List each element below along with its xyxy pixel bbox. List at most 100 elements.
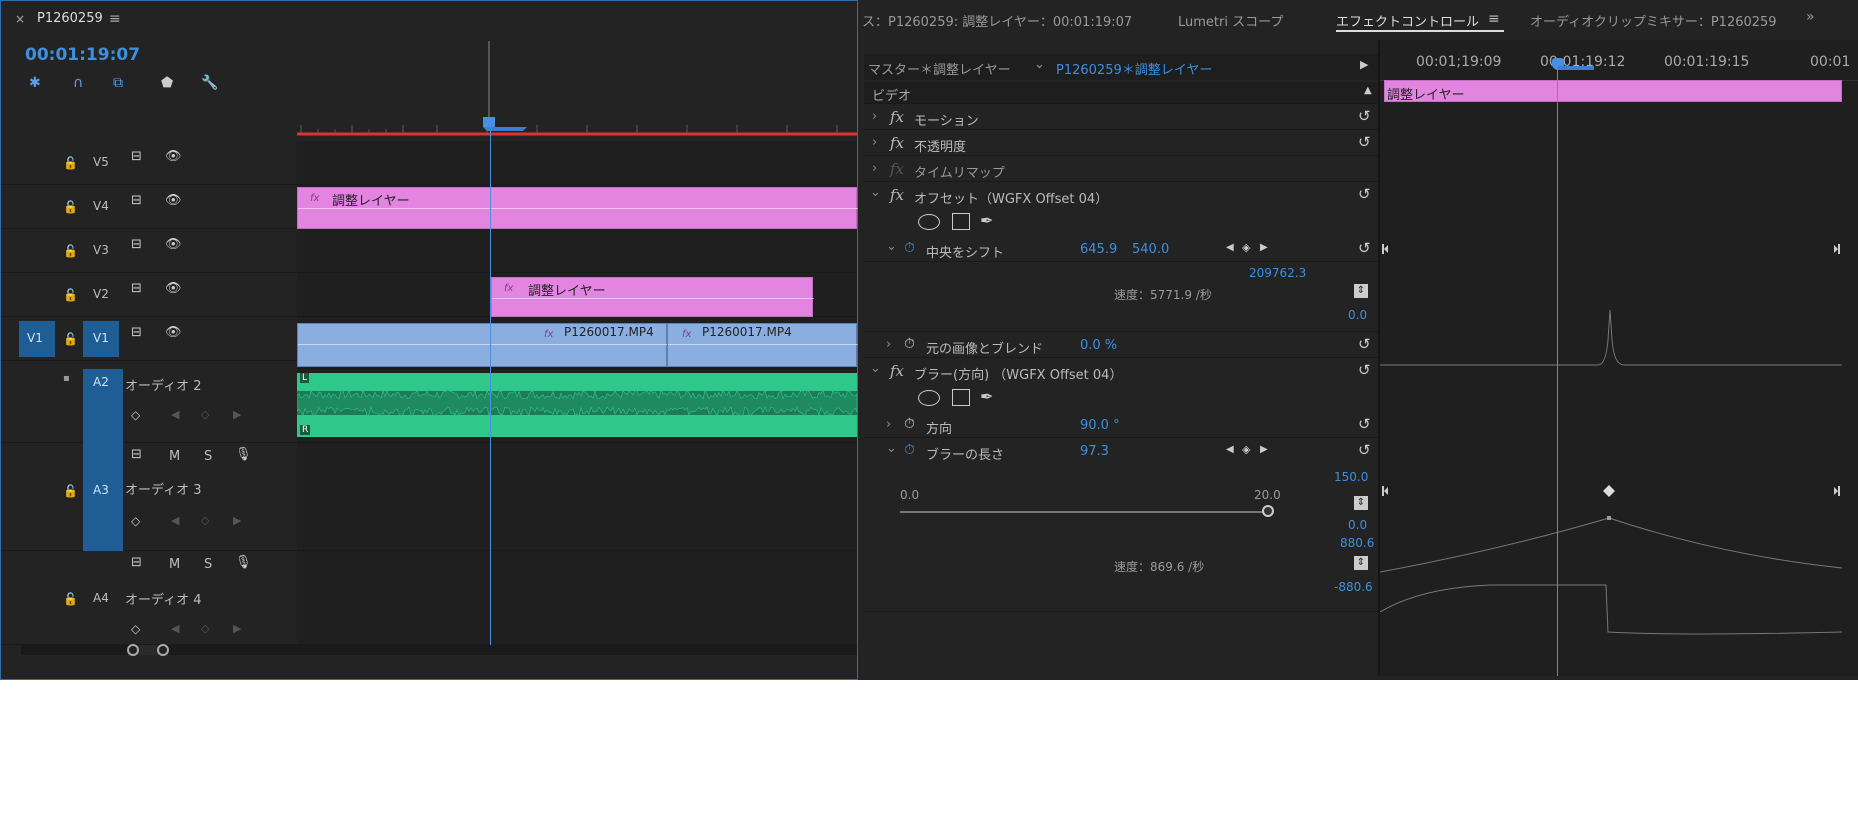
- sequence-tab-title[interactable]: P1260259: [37, 11, 103, 26]
- collapse-chevron-icon[interactable]: ⌄: [886, 239, 897, 254]
- stopwatch-icon[interactable]: ⏱: [904, 442, 915, 458]
- effect-row-blur[interactable]: ⌄ fx ブラー(方向) （WGFX Offset 04） ↺: [864, 358, 1378, 384]
- prev-keyframe-icon[interactable]: ◀: [171, 621, 179, 637]
- reset-icon[interactable]: ↺: [1358, 415, 1371, 433]
- stopwatch-icon[interactable]: ⏱: [904, 336, 915, 352]
- expand-chevron-icon[interactable]: ›: [872, 109, 877, 124]
- sync-lock-icon[interactable]: ⊟: [131, 237, 142, 253]
- lock-icon[interactable]: 🔓: [63, 287, 78, 303]
- graph-scale-icon[interactable]: ⇕: [1354, 556, 1368, 570]
- lock-icon[interactable]: 🔓: [63, 243, 78, 259]
- tab-lumetri-scopes[interactable]: Lumetri スコープ: [1178, 11, 1283, 30]
- eye-icon[interactable]: 👁: [165, 149, 182, 165]
- add-keyframe-icon[interactable]: ◈: [1242, 241, 1250, 254]
- lane-a4[interactable]: [297, 551, 857, 645]
- lock-icon[interactable]: 🔓: [63, 199, 78, 215]
- pen-mask-icon[interactable]: ✒: [980, 211, 993, 230]
- direction-value[interactable]: 90.0 °: [1080, 418, 1120, 433]
- prev-keyframe-icon[interactable]: ◀: [171, 513, 179, 529]
- expand-chevron-icon[interactable]: ›: [872, 161, 877, 176]
- fx-icon[interactable]: fx: [890, 134, 904, 152]
- solo-button[interactable]: S: [204, 449, 212, 464]
- ellipse-mask-icon[interactable]: [918, 214, 940, 230]
- effect-row-offset[interactable]: ⌄ fx オフセット（WGFX Offset 04） ↺: [864, 182, 1378, 208]
- tab-effect-controls[interactable]: エフェクトコントロール: [1336, 11, 1479, 30]
- nest-sequence-icon[interactable]: ✱: [29, 75, 41, 91]
- lane-v4[interactable]: fx 調整レイヤー: [297, 185, 858, 229]
- reset-icon[interactable]: ↺: [1358, 335, 1371, 353]
- zoom-scrollbar[interactable]: [21, 644, 857, 656]
- collapse-chevron-icon[interactable]: ⌄: [870, 361, 881, 376]
- shift-x-value[interactable]: 645.9: [1080, 242, 1117, 257]
- slider-thumb[interactable]: [1262, 505, 1274, 517]
- collapse-arrow-icon[interactable]: ▲: [1364, 85, 1372, 96]
- master-clip-label[interactable]: マスター＊調整レイヤー: [868, 59, 1011, 78]
- fx-icon[interactable]: fx: [890, 362, 904, 380]
- sync-lock-icon[interactable]: ⊟: [131, 149, 142, 165]
- playhead-line[interactable]: [1557, 70, 1558, 676]
- snap-magnet-icon[interactable]: ∩: [73, 75, 83, 91]
- add-keyframe-icon[interactable]: ◈: [1242, 443, 1250, 456]
- lane-a2[interactable]: L R: [297, 369, 857, 443]
- keyframe-toggle-icon[interactable]: ◇: [201, 407, 209, 423]
- clip-selector[interactable]: P1260259＊調整レイヤー: [1056, 59, 1212, 78]
- effect-row-time-remap[interactable]: › fx タイムリマップ: [864, 156, 1378, 182]
- panel-menu-icon[interactable]: ≡: [1488, 11, 1500, 27]
- eye-icon[interactable]: 👁: [165, 193, 182, 209]
- prev-keyframe-icon[interactable]: ◀: [171, 407, 179, 423]
- property-row-blur-length[interactable]: ⌄ ⏱ ブラーの長さ 97.3 ◀ ◈ ▶ ↺: [864, 438, 1378, 464]
- reset-icon[interactable]: ↺: [1358, 185, 1371, 203]
- lane-v5[interactable]: [297, 141, 857, 185]
- ellipse-mask-icon[interactable]: [918, 390, 940, 406]
- add-marker-icon[interactable]: ⬟: [161, 75, 173, 91]
- audio-clip-a2[interactable]: L R: [297, 373, 857, 437]
- reset-icon[interactable]: ↺: [1358, 441, 1371, 459]
- property-row-shift-center[interactable]: ⌄ ⏱ 中央をシフト 645.9 540.0 ◀ ◈ ▶ ↺: [864, 236, 1378, 262]
- lock-icon[interactable]: 🔓: [63, 483, 78, 499]
- keyframe-add-icon[interactable]: ◇: [131, 621, 140, 637]
- next-keyframe-icon[interactable]: ▶: [233, 621, 241, 637]
- lane-v1[interactable]: fx P1260017.MP4 fx P1260017.MP4: [297, 317, 858, 369]
- sync-lock-icon[interactable]: ⊟: [131, 325, 142, 341]
- video-clip-2[interactable]: fx P1260017.MP4: [667, 323, 858, 367]
- reset-icon[interactable]: ↺: [1358, 361, 1371, 379]
- solo-button[interactable]: S: [204, 557, 212, 572]
- lane-v2[interactable]: fx 調整レイヤー: [297, 273, 857, 317]
- expand-chevron-icon[interactable]: ›: [872, 135, 877, 150]
- sync-lock-icon[interactable]: ⊟: [131, 447, 142, 463]
- reset-icon[interactable]: ↺: [1358, 107, 1371, 125]
- panel-menu-icon[interactable]: ≡: [109, 11, 121, 27]
- tab-audio-clip-mixer[interactable]: オーディオクリップミキサー：P1260259: [1530, 11, 1777, 30]
- play-preview-icon[interactable]: ▶: [1360, 58, 1368, 71]
- blend-value[interactable]: 0.0 %: [1080, 338, 1117, 353]
- blur-length-value[interactable]: 97.3: [1080, 444, 1109, 459]
- rectangle-mask-icon[interactable]: [952, 389, 970, 406]
- tab-source-monitor[interactable]: ス：P1260259: 調整レイヤー：00:01:19:07: [862, 11, 1132, 30]
- microphone-icon[interactable]: 🎙: [235, 555, 252, 571]
- scroll-handle-right[interactable]: [157, 644, 169, 656]
- fx-icon[interactable]: fx: [890, 186, 904, 204]
- shift-y-value[interactable]: 540.0: [1132, 242, 1169, 257]
- video-clip-1[interactable]: fx P1260017.MP4: [297, 323, 668, 367]
- lane-a3[interactable]: [297, 443, 857, 551]
- wrench-settings-icon[interactable]: 🔧: [201, 75, 218, 91]
- sync-lock-icon[interactable]: ⊟: [131, 555, 142, 571]
- graph-scale-icon[interactable]: ⇕: [1354, 284, 1368, 298]
- expand-chevron-icon[interactable]: ›: [886, 337, 891, 352]
- chevron-down-icon[interactable]: ⌄: [1034, 57, 1045, 72]
- collapse-chevron-icon[interactable]: ⌄: [870, 185, 881, 200]
- next-keyframe-icon[interactable]: ▶: [233, 513, 241, 529]
- eye-icon[interactable]: 👁: [165, 281, 182, 297]
- adjustment-layer-clip-v4[interactable]: fx 調整レイヤー: [297, 187, 858, 229]
- linked-selection-icon[interactable]: ⧉: [113, 75, 123, 91]
- fx-icon[interactable]: fx: [890, 108, 904, 126]
- keyframe-toggle-icon[interactable]: ◇: [201, 621, 209, 637]
- lock-icon[interactable]: ▪: [63, 371, 70, 387]
- effect-timeline[interactable]: 00:01;19:09 00:01:19:12 00:01:19:15 00:0…: [1380, 40, 1858, 676]
- lock-icon[interactable]: 🔓: [63, 331, 78, 347]
- keyframe-add-icon[interactable]: ◇: [131, 513, 140, 529]
- lane-v3[interactable]: [297, 229, 857, 273]
- graph-scale-icon[interactable]: ⇕: [1354, 496, 1368, 510]
- reset-icon[interactable]: ↺: [1358, 133, 1371, 151]
- time-ruler[interactable]: [297, 41, 857, 141]
